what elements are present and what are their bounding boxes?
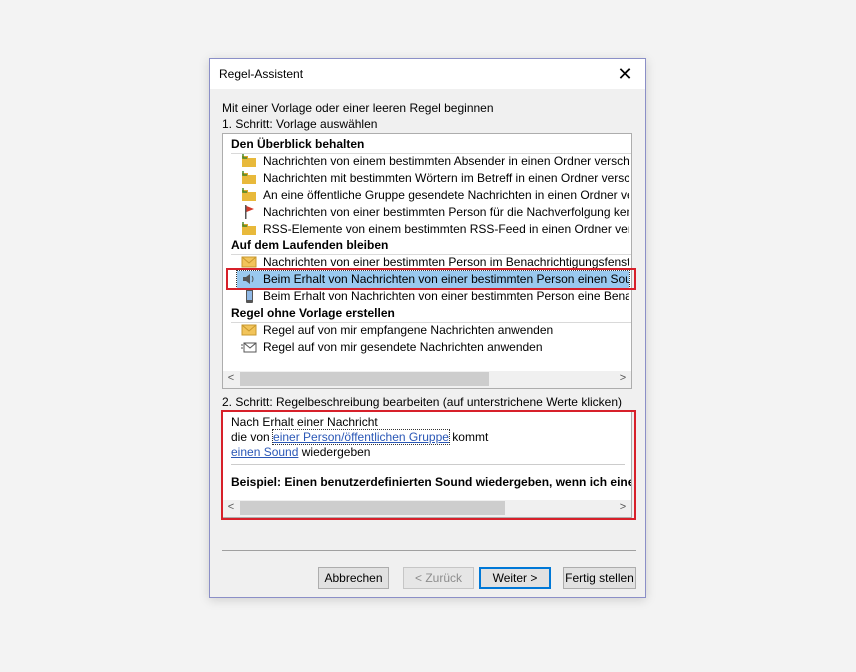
- section-header: Den Überblick behalten: [231, 137, 631, 154]
- template-list-hscrollbar[interactable]: < >: [223, 371, 631, 388]
- mobile-device-icon: [241, 289, 257, 303]
- folder-move-icon: [241, 222, 257, 236]
- template-list[interactable]: Den Überblick behalten Nachrichten von e…: [222, 133, 632, 389]
- cancel-button[interactable]: Abbrechen: [318, 567, 389, 589]
- highlight-box-selection: [226, 268, 636, 290]
- step1-label: 1. Schritt: Vorlage auswählen: [222, 117, 378, 131]
- rules-wizard-dialog: Regel-Assistent ✕ Mit einer Vorlage oder…: [209, 58, 646, 598]
- list-item[interactable]: Regel auf von mir empfangene Nachrichten…: [237, 322, 629, 339]
- scroll-left-icon[interactable]: <: [224, 372, 238, 384]
- title-bar: Regel-Assistent ✕: [210, 59, 645, 89]
- section-header: Regel ohne Vorlage erstellen: [231, 306, 631, 323]
- sent-mail-icon: [241, 340, 257, 354]
- flag-icon: [241, 205, 257, 219]
- footer-divider: [222, 550, 636, 551]
- list-item[interactable]: RSS-Elemente von einem bestimmten RSS-Fe…: [237, 221, 629, 238]
- list-item[interactable]: Nachrichten mit bestimmten Wörtern im Be…: [237, 170, 629, 187]
- scroll-right-icon[interactable]: >: [616, 372, 630, 384]
- scroll-thumb[interactable]: [240, 372, 489, 386]
- step2-label: 2. Schritt: Regelbeschreibung bearbeiten…: [222, 395, 622, 409]
- intro-text: Mit einer Vorlage oder einer leeren Rege…: [222, 101, 494, 115]
- folder-move-icon: [241, 188, 257, 202]
- folder-move-icon: [241, 171, 257, 185]
- next-button[interactable]: Weiter >: [479, 567, 551, 589]
- folder-move-icon: [241, 154, 257, 168]
- finish-button[interactable]: Fertig stellen: [563, 567, 636, 589]
- highlight-box-description: [221, 410, 636, 520]
- list-item[interactable]: Regel auf von mir gesendete Nachrichten …: [237, 339, 629, 356]
- envelope-icon: [241, 255, 257, 269]
- section-header: Auf dem Laufenden bleiben: [231, 238, 631, 255]
- list-item[interactable]: An eine öffentliche Gruppe gesendete Nac…: [237, 187, 629, 204]
- dialog-title: Regel-Assistent: [219, 67, 304, 81]
- back-button[interactable]: < Zurück: [403, 567, 474, 589]
- close-icon[interactable]: ✕: [611, 62, 639, 86]
- list-item[interactable]: Nachrichten von einem bestimmten Absende…: [237, 153, 629, 170]
- list-item[interactable]: Beim Erhalt von Nachrichten von einer be…: [237, 288, 629, 305]
- envelope-icon: [241, 323, 257, 337]
- list-item[interactable]: Nachrichten von einer bestimmten Person …: [237, 204, 629, 221]
